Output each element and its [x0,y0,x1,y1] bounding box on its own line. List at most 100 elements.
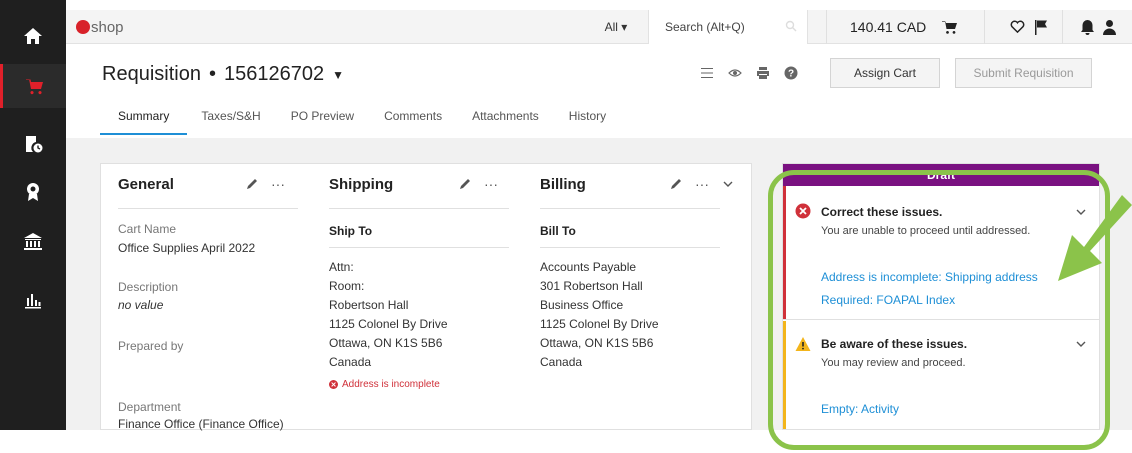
more-icon[interactable]: ··· [484,176,498,192]
left-navigation [0,0,66,430]
description-label: Description [118,280,179,294]
submit-requisition-button[interactable]: Submit Requisition [955,58,1092,88]
address-line: Robertson Hall [329,298,409,312]
title-separator: • [208,63,216,85]
tab-summary[interactable]: Summary [100,99,188,135]
billing-tools: ··· [669,176,735,192]
address-error-text: Address is incomplete [342,379,440,390]
award-icon [27,183,39,201]
cart-total-value: 140.41 CAD [850,19,927,35]
address-line: 1125 Colonel By Drive [540,317,659,331]
apple-logo-icon [76,19,90,34]
search-input[interactable]: Search (Alt+Q) [648,10,808,44]
cart-total[interactable]: 140.41 CAD [818,10,938,44]
divider [118,208,298,209]
department-label: Department [118,400,181,414]
search-placeholder: Search (Alt+Q) [665,20,745,34]
search-icon[interactable] [785,20,797,32]
tab-po-preview[interactable]: PO Preview [291,99,354,135]
chevron-down-icon[interactable]: ▼ [332,68,344,82]
assign-cart-button[interactable]: Assign Cart [830,58,940,88]
divider [329,208,509,209]
shop-nav-item[interactable] [0,64,66,108]
department-value: Finance Office (Finance Office) [118,417,284,431]
general-tools: ··· [245,176,285,192]
address-error: ✕ Address is incomplete [329,379,440,390]
prepared-by-label: Prepared by [118,339,184,353]
eshop-logo[interactable]: shop [76,19,124,36]
address-line: Business Office [540,298,624,312]
divider [540,247,720,248]
separator [1062,10,1063,44]
awards-nav-item[interactable] [0,170,66,214]
general-section: General ··· Cart Name Office Supplies Ap… [101,164,301,431]
home-icon [24,28,42,44]
cart-icon[interactable] [942,19,958,35]
annotation-arrow-icon [1058,195,1132,281]
summary-card: General ··· Cart Name Office Supplies Ap… [100,163,752,431]
page-title[interactable]: Requisition • 156126702 ▼ [102,63,344,86]
shipping-section: Shipping ··· Ship To Attn: Room: Roberts… [312,164,512,431]
shipping-address: Attn: Room: Robertson Hall 1125 Colonel … [329,258,448,372]
pencil-icon[interactable] [458,177,472,191]
chevron-down-icon[interactable] [721,177,735,191]
cart-icon [25,79,43,95]
tab-bar: Summary Taxes/S&H PO Preview Comments At… [100,99,636,135]
user-icon[interactable] [1102,19,1117,35]
bar-chart-icon [25,294,41,309]
bank-icon [24,233,42,250]
address-line: Attn: [329,260,354,274]
error-icon: ✕ [329,380,338,389]
address-line: Canada [540,355,583,369]
cart-name-label: Cart Name [118,222,177,236]
orders-nav-item[interactable] [0,122,66,166]
tab-comments[interactable]: Comments [384,99,442,135]
address-line: Room: [329,279,365,293]
tab-attachments[interactable]: Attachments [472,99,539,135]
more-icon[interactable]: ··· [271,176,285,192]
address-line: Ottawa, ON K1S 5B6 [540,336,654,350]
list-icon[interactable] [700,66,714,80]
more-icon[interactable]: ··· [695,176,709,192]
billing-address: Accounts Payable 301 Robertson Hall Busi… [540,258,659,372]
address-line: Ottawa, ON K1S 5B6 [329,336,443,350]
home-nav-item[interactable] [0,14,66,58]
shipping-title: Shipping [329,176,394,193]
tab-taxes[interactable]: Taxes/S&H [201,99,260,135]
requisition-label: Requisition [102,63,201,85]
pencil-icon[interactable] [669,177,683,191]
pencil-icon[interactable] [245,177,259,191]
reports-nav-item[interactable] [0,278,66,322]
print-icon[interactable] [756,66,770,80]
top-bar: shop All ▾ Search (Alt+Q) 140.41 CAD [66,10,1132,44]
billing-section: Billing ··· Bill To Accounts Payable 301… [523,164,751,431]
svg-text:?: ? [788,69,794,80]
address-line: Canada [329,355,372,369]
header-actions: ? [700,66,798,80]
address-line: Accounts Payable [540,260,637,274]
search-scope-dropdown[interactable]: All ▾ [586,10,646,44]
divider [540,208,720,209]
help-icon[interactable]: ? [784,66,798,80]
divider [329,247,509,248]
bell-icon[interactable] [1080,19,1095,35]
bill-to-label: Bill To [540,224,576,238]
description-value: no value [118,298,164,312]
cart-name-value: Office Supplies April 2022 [118,241,256,255]
logo-text: shop [91,19,124,36]
document-clock-icon [26,136,43,153]
address-line: 301 Robertson Hall [540,279,643,293]
shipping-tools: ··· [458,176,498,192]
bank-nav-item[interactable] [0,220,66,264]
scope-label: All ▾ [604,20,628,34]
separator [984,10,985,44]
flag-icon[interactable] [1034,19,1048,35]
billing-title: Billing [540,176,586,193]
address-line: 1125 Colonel By Drive [329,317,448,331]
requisition-number: 156126702 [223,63,325,85]
general-title: General [118,176,174,193]
eye-icon[interactable] [728,66,742,80]
heart-icon[interactable] [1010,19,1025,34]
ship-to-label: Ship To [329,224,373,238]
tab-history[interactable]: History [569,99,606,135]
